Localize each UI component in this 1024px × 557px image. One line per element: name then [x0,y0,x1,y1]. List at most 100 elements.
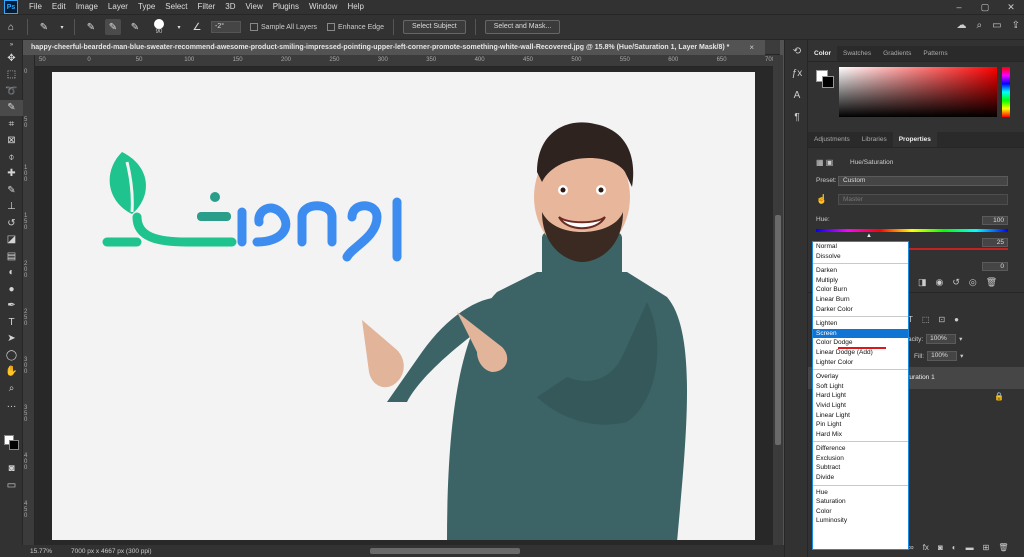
delete-icon[interactable]: 🗑 [986,277,997,288]
menu-help[interactable]: Help [342,0,368,14]
actions-icon[interactable]: ƒx [785,62,809,84]
chevron-down-icon[interactable]: ▾ [175,19,183,35]
tab-properties[interactable]: Properties [892,132,937,147]
more-tools-icon[interactable]: … [0,397,23,414]
hue-slider-track[interactable] [816,229,1008,232]
menu-window[interactable]: Window [304,0,342,14]
opacity-value[interactable]: 100% [926,334,957,344]
chevron-down-icon[interactable]: ▾ [959,335,962,343]
clip-to-layer-icon[interactable]: ◨ [918,277,927,288]
canvas-area[interactable] [35,67,773,545]
tab-gradients[interactable]: Gradients [877,46,917,61]
background-color-swatch[interactable] [822,76,834,88]
sample-all-layers-checkbox[interactable] [250,23,258,31]
healing-brush-icon[interactable]: ✚ [0,166,23,183]
crop-tool-icon[interactable]: ⌗ [0,116,23,133]
new-group-icon[interactable]: ▬ [966,543,974,552]
blend-mode-dropdown[interactable]: Normal Dissolve Darken Multiply Color Burn Li… [812,241,909,550]
menu-select[interactable]: Select [160,0,192,14]
menu-type[interactable]: Type [133,0,160,14]
workspace-icon[interactable]: ▭ [992,20,1001,31]
blend-mode-option[interactable]: Color [813,507,908,517]
tab-color[interactable]: Color [808,46,837,61]
lasso-tool-icon[interactable]: ➰ [0,83,23,100]
frame-tool-icon[interactable]: ⊠ [0,133,23,150]
preset-dropdown[interactable]: Custom [838,176,1008,186]
blend-mode-option[interactable]: Pin Light [813,420,908,430]
collapse-icon[interactable]: » [0,40,23,50]
angle-input[interactable]: -2° [211,21,241,33]
blend-mode-option[interactable]: Overlay [813,372,908,382]
color-field[interactable] [839,67,997,117]
horizontal-scroll-thumb[interactable] [370,548,520,554]
close-icon[interactable]: ✕ [998,0,1024,14]
chevron-down-icon[interactable]: ▾ [58,19,66,35]
pen-tool-icon[interactable]: ✒ [0,298,23,315]
brush-tool-icon[interactable]: ✎ [0,182,23,199]
blend-mode-option[interactable]: Screen [813,328,908,339]
menu-image[interactable]: Image [71,0,103,14]
blend-mode-option[interactable]: Soft Light [813,382,908,392]
cloud-icon[interactable]: ☁ [957,20,967,31]
zoom-tool-icon[interactable]: ⌕ [0,380,23,397]
document-info[interactable]: 7000 px x 4667 px (300 ppi) [55,548,155,555]
menu-filter[interactable]: Filter [193,0,221,14]
brush-picker[interactable]: 90 [152,19,166,35]
blend-mode-option[interactable]: Linear Light [813,411,908,421]
screen-mode-icon[interactable]: ▭ [0,477,23,494]
saturation-slider-track[interactable] [908,248,1008,250]
blend-mode-option[interactable]: Multiply [813,276,908,286]
quick-select-tool-icon[interactable]: ✎ [0,99,23,116]
select-and-mask-button[interactable]: Select and Mask... [484,20,561,34]
document-tab[interactable]: happy-cheerful-bearded-man-blue-sweater-… [23,40,765,55]
history-brush-icon[interactable]: ↺ [0,215,23,232]
blend-mode-option[interactable]: Darker Color [813,305,908,315]
hue-slider-thumb-icon[interactable]: ▲ [866,233,872,239]
visibility-eye-icon[interactable]: ◎ [969,277,977,288]
saturation-value[interactable]: 25 [982,238,1008,247]
reset-icon[interactable]: ↺ [952,277,960,288]
new-adjustment-icon[interactable]: ◐ [952,543,957,552]
path-select-icon[interactable]: ➤ [0,331,23,348]
blend-mode-option[interactable]: Hue [813,488,908,498]
filter-smart-icon[interactable]: ⊡ [938,315,945,324]
blend-mode-option[interactable]: Darken [813,266,908,276]
clone-stamp-icon[interactable]: ⊥ [0,199,23,216]
blend-mode-option[interactable]: Lighter Color [813,358,908,368]
blend-mode-option[interactable]: Subtract [813,463,908,473]
blend-mode-option[interactable]: Vivid Light [813,401,908,411]
enhance-edge-checkbox[interactable] [327,23,336,31]
vertical-scrollbar[interactable] [773,55,783,545]
gradient-tool-icon[interactable]: ▤ [0,248,23,265]
hand-tool-icon[interactable]: ✋ [0,364,23,381]
close-tab-icon[interactable]: × [749,43,754,52]
hue-slider[interactable] [1002,67,1010,117]
home-icon[interactable]: ⌂ [3,19,19,35]
subtract-from-selection-icon[interactable]: ✎ [127,19,143,35]
add-to-selection-icon[interactable]: ✎ [105,19,121,35]
search-icon[interactable]: ⌕ [977,20,983,31]
chevron-down-icon[interactable]: ▾ [960,352,963,360]
eraser-tool-icon[interactable]: ◪ [0,232,23,249]
add-mask-icon[interactable]: ◙ [938,543,943,552]
blend-mode-option[interactable]: Exclusion [813,454,908,464]
new-layer-icon[interactable]: ⊞ [983,543,990,552]
zoom-level[interactable]: 15.77% [0,548,55,555]
shape-tool-icon[interactable]: ◯ [0,347,23,364]
blend-mode-option[interactable]: Lighten [813,319,908,329]
opacity-control[interactable]: acity: 100% ▾ [908,334,962,344]
move-tool-icon[interactable]: ✥ [0,50,23,67]
menu-plugins[interactable]: Plugins [268,0,304,14]
layer-style-icon[interactable]: fx [923,543,929,552]
tab-adjustments[interactable]: Adjustments [808,132,856,147]
maximize-icon[interactable]: ▢ [972,0,998,14]
quick-select-tool-icon[interactable]: ✎ [36,19,52,35]
menu-edit[interactable]: Edit [47,0,71,14]
blend-mode-option[interactable]: Dissolve [813,252,908,262]
background-color-swatch[interactable] [9,440,19,450]
menu-file[interactable]: File [24,0,47,14]
hue-value[interactable]: 100 [982,216,1008,225]
menu-3d[interactable]: 3D [220,0,240,14]
blend-mode-option[interactable]: Hard Light [813,391,908,401]
quick-mask-icon[interactable]: ◙ [0,460,23,477]
